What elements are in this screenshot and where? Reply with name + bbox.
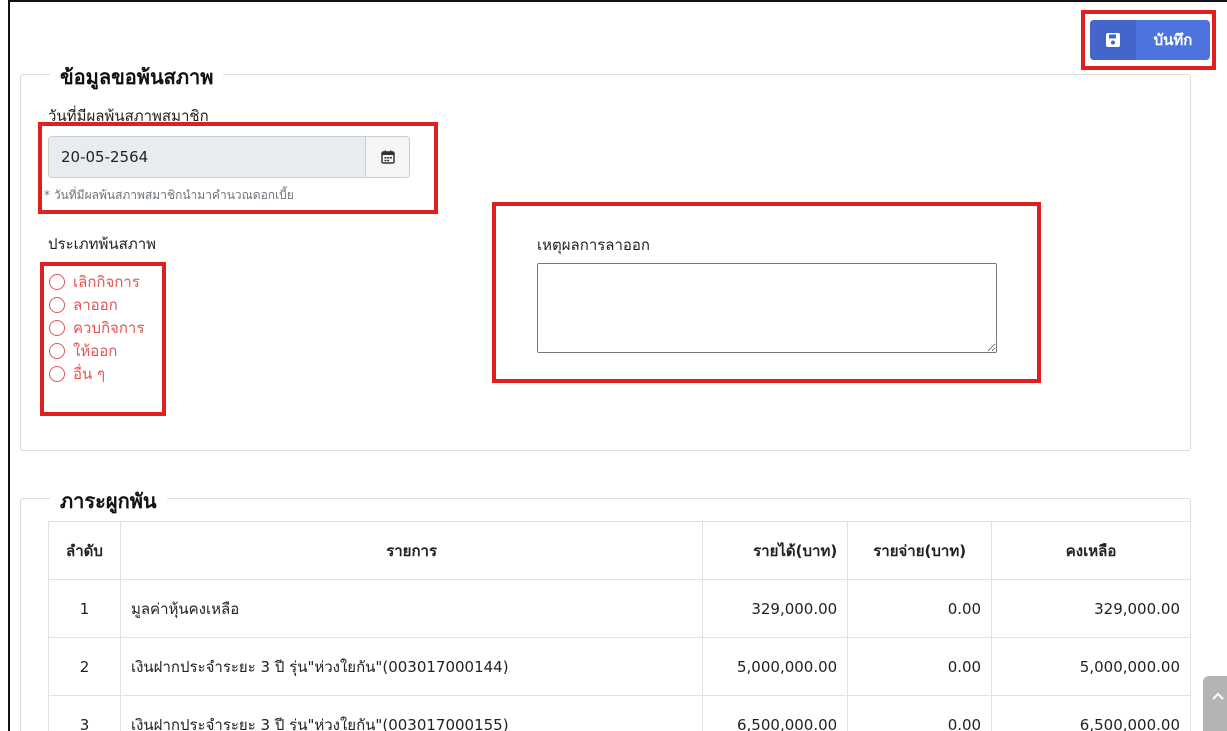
chevron-up-icon <box>1212 692 1224 700</box>
column-header: รายได้(บาท) <box>702 521 849 580</box>
termination-type-radios: เลิกกิจการ ลาออก ควบกิจการ ให้ออก อื่น ๆ <box>49 270 144 385</box>
table-cell: 5,000,000.00 <box>702 637 849 696</box>
table-cell: มูลค่าหุ้นคงเหลือ <box>119 579 704 638</box>
column-header: รายการ <box>119 521 704 580</box>
effective-date-label: วันที่มีผลพ้นสภาพสมาชิก <box>48 107 209 125</box>
effective-date-hint: * วันที่มีผลพ้นสภาพสมาชิกนำมาคำนวณดอกเบี… <box>44 188 294 202</box>
table-cell: 329,000.00 <box>702 579 849 638</box>
reason-textarea[interactable] <box>537 263 997 353</box>
column-header: รายจ่าย(บาท) <box>847 521 993 580</box>
effective-date-input[interactable] <box>49 137 365 177</box>
effective-date-group <box>48 136 410 178</box>
floppy-disk-icon <box>1090 20 1136 60</box>
radio-label: อื่น ๆ <box>73 364 106 383</box>
radio-circle-icon[interactable] <box>49 296 65 313</box>
frame-top-border <box>8 0 1227 2</box>
table-row: 1 มูลค่าหุ้นคงเหลือ 329,000.00 0.00 329,… <box>48 579 1191 638</box>
table-cell: 0.00 <box>847 695 993 731</box>
table-cell: 6,500,000.00 <box>702 695 849 731</box>
table-cell: 6,500,000.00 <box>991 695 1191 731</box>
save-button[interactable]: บันทึก <box>1090 20 1210 60</box>
radio-label: เลิกกิจการ <box>73 272 140 291</box>
radio-circle-icon[interactable] <box>49 365 65 382</box>
table-cell: 1 <box>48 579 121 638</box>
radio-option-resign[interactable]: ลาออก <box>49 293 144 316</box>
radio-circle-icon[interactable] <box>49 319 65 336</box>
radio-option-dissolution[interactable]: เลิกกิจการ <box>49 270 144 293</box>
column-header: คงเหลือ <box>991 521 1191 580</box>
termination-type-label: ประเภทพ้นสภาพ <box>48 235 157 253</box>
radio-label: ลาออก <box>73 295 118 314</box>
radio-option-dismissed[interactable]: ให้ออก <box>49 339 144 362</box>
table-cell: 0.00 <box>847 579 993 638</box>
column-header: ลำดับ <box>48 521 121 580</box>
save-button-label: บันทึก <box>1153 31 1193 49</box>
table-cell: เงินฝากประจำระยะ 3 ปี รุ่น"ห่วงใยกัน"(00… <box>119 637 704 696</box>
table-cell: 2 <box>48 637 121 696</box>
radio-label: ให้ออก <box>73 341 118 360</box>
table-row: 3 เงินฝากประจำระยะ 3 ปี รุ่น"ห่วงใยกัน"(… <box>48 695 1191 731</box>
table-row: 2 เงินฝากประจำระยะ 3 ปี รุ่น"ห่วงใยกัน"(… <box>48 637 1191 696</box>
radio-option-merger[interactable]: ควบกิจการ <box>49 316 144 339</box>
calendar-icon[interactable] <box>365 137 409 177</box>
radio-circle-icon[interactable] <box>49 342 65 359</box>
radio-label: ควบกิจการ <box>73 318 145 337</box>
obligations-legend: ภาระผูกพัน <box>50 485 167 517</box>
obligations-table: ลำดับ รายการ รายได้(บาท) รายจ่าย(บาท) คง… <box>48 521 1191 731</box>
membership-legend: ข้อมูลขอพ้นสภาพ <box>50 61 224 93</box>
radio-circle-icon[interactable] <box>49 273 65 290</box>
table-header-row: ลำดับ รายการ รายได้(บาท) รายจ่าย(บาท) คง… <box>48 521 1191 580</box>
frame-left-border <box>8 0 10 731</box>
reason-label: เหตุผลการลาออก <box>537 236 651 254</box>
table-cell: เงินฝากประจำระยะ 3 ปี รุ่น"ห่วงใยกัน"(00… <box>119 695 704 731</box>
table-cell: 3 <box>48 695 121 731</box>
page: บันทึก ข้อมูลขอพ้นสภาพ วันที่มีผลพ้นสภาพ… <box>0 0 1227 731</box>
scroll-to-top-button[interactable] <box>1203 676 1227 731</box>
table-cell: 0.00 <box>847 637 993 696</box>
radio-option-other[interactable]: อื่น ๆ <box>49 362 144 385</box>
table-cell: 5,000,000.00 <box>991 637 1191 696</box>
table-cell: 329,000.00 <box>991 579 1191 638</box>
